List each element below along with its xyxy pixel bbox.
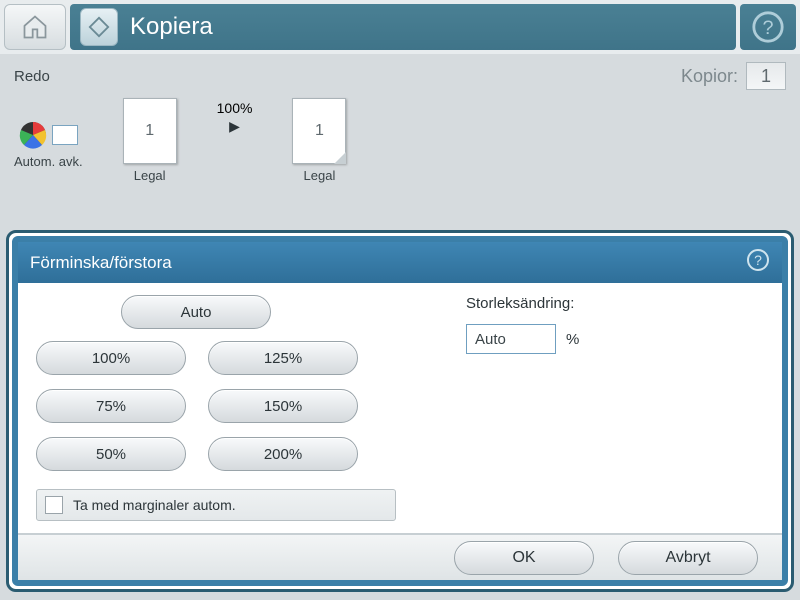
- source-size-label: Legal: [134, 168, 166, 183]
- start-diamond-icon: [88, 16, 110, 38]
- dialog-title: Förminska/förstora: [30, 253, 172, 273]
- start-button[interactable]: [80, 8, 118, 46]
- preset-50-button[interactable]: 50%: [36, 437, 186, 471]
- preset-label: 150%: [264, 398, 302, 415]
- home-button[interactable]: [4, 4, 66, 50]
- ok-button[interactable]: OK: [454, 541, 594, 575]
- preset-label: 125%: [264, 350, 302, 367]
- source-page-thumb[interactable]: 1: [123, 98, 177, 164]
- dialog-help-button[interactable]: ?: [746, 248, 770, 277]
- copies-value: 1: [761, 66, 771, 87]
- preset-auto-button[interactable]: Auto: [121, 295, 271, 329]
- arrow-right-icon: ▶: [229, 118, 240, 135]
- resize-value: Auto: [475, 331, 506, 348]
- home-icon: [21, 13, 49, 41]
- ok-label: OK: [512, 549, 535, 567]
- preset-label: 200%: [264, 446, 302, 463]
- preset-75-button[interactable]: 75%: [36, 389, 186, 423]
- status-text: Redo: [14, 68, 50, 85]
- help-icon: ?: [746, 248, 770, 272]
- dest-size-label: Legal: [304, 168, 336, 183]
- resize-label: Storleksändring:: [466, 295, 579, 312]
- preset-200-button[interactable]: 200%: [208, 437, 358, 471]
- dest-page-thumb[interactable]: 1: [292, 98, 346, 164]
- color-mode-label: Autom. avk.: [14, 154, 83, 169]
- preset-label: 100%: [92, 350, 130, 367]
- duplex-icon: [52, 125, 78, 145]
- help-icon: ?: [751, 10, 785, 44]
- cancel-label: Avbryt: [665, 549, 710, 567]
- cancel-button[interactable]: Avbryt: [618, 541, 758, 575]
- preset-auto-label: Auto: [181, 304, 212, 321]
- include-margins-checkbox[interactable]: Ta med marginaler autom.: [36, 489, 396, 521]
- scale-value: 100%: [217, 100, 253, 116]
- reduce-enlarge-dialog: Förminska/förstora ? Auto 100% 125% 75: [6, 230, 794, 592]
- checkbox-box-icon: [45, 496, 63, 514]
- copies-input[interactable]: 1: [746, 62, 786, 90]
- preset-150-button[interactable]: 150%: [208, 389, 358, 423]
- svg-text:?: ?: [762, 17, 773, 39]
- page-title: Kopiera: [130, 13, 213, 41]
- preset-100-button[interactable]: 100%: [36, 341, 186, 375]
- help-button-top[interactable]: ?: [740, 4, 796, 50]
- preset-label: 75%: [96, 398, 126, 415]
- color-duplex-control[interactable]: [18, 120, 78, 150]
- resize-input[interactable]: Auto: [466, 324, 556, 354]
- source-page-number: 1: [145, 122, 154, 140]
- svg-text:?: ?: [754, 252, 762, 268]
- include-margins-label: Ta med marginaler autom.: [73, 497, 236, 513]
- dest-page-number: 1: [315, 122, 324, 140]
- copies-label: Kopior:: [681, 66, 738, 87]
- scale-indicator: 100% ▶: [217, 100, 253, 135]
- percent-symbol: %: [566, 331, 579, 348]
- title-bar: Kopiera: [70, 4, 736, 50]
- preset-125-button[interactable]: 125%: [208, 341, 358, 375]
- preset-label: 50%: [96, 446, 126, 463]
- color-mode-icon: [18, 120, 48, 150]
